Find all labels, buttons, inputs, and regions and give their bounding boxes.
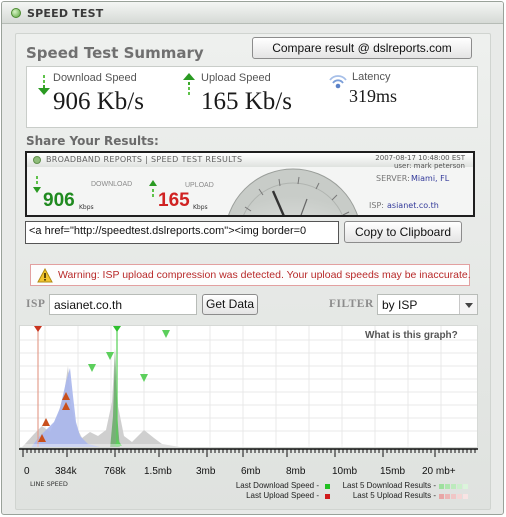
badge-upload-label: UPLOAD	[185, 182, 214, 189]
speed-distribution-graph	[19, 325, 478, 448]
compare-result-button[interactable]: Compare result @ dslreports.com	[252, 37, 472, 59]
badge-download-unit: Kbps	[79, 204, 94, 211]
get-data-button[interactable]: Get Data	[202, 294, 258, 315]
legend-last-upload: Last Upload Speed -	[246, 491, 319, 500]
axis-tick: 0	[24, 466, 30, 477]
legend-last5-download: Last 5 Download Results -	[342, 481, 436, 490]
window-title: SPEED TEST	[27, 7, 104, 20]
results-badge-image: BROADBAND REPORTS | SPEED TEST RESULTS 2…	[25, 151, 475, 217]
what-is-this-graph-link[interactable]: What is this graph?	[365, 330, 458, 341]
copy-to-clipboard-button[interactable]: Copy to Clipboard	[344, 221, 462, 243]
badge-download-label: DOWNLOAD	[91, 181, 133, 188]
badge-download-value: 906	[43, 190, 75, 211]
last-upload-marker	[34, 326, 42, 332]
embed-code-input[interactable]: <a href="http://speedtest.dslreports.com…	[25, 221, 339, 244]
badge-meta: 2007-08-17 10:48:00 EST user: mark peter…	[375, 154, 465, 170]
axis-tick: 1.5mb	[144, 466, 172, 477]
line-speed-label: LINE SPEED	[30, 480, 68, 488]
axis-tick: 6mb	[241, 466, 261, 477]
badge-user: user: mark peterson	[393, 162, 465, 170]
download-speed-label: Download Speed	[53, 72, 137, 84]
graph-axis-ruler	[19, 448, 478, 457]
speed-test-window: SPEED TEST Speed Test Summary Compare re…	[1, 1, 504, 515]
axis-tick: 20 mb+	[422, 466, 456, 477]
legend-last5-upload: Last 5 Upload Results -	[352, 491, 436, 500]
badge-upload-unit: Kbps	[193, 204, 208, 211]
isp-label: ISP	[26, 298, 46, 310]
download-speed-value: 906 Kb/s	[53, 88, 144, 115]
status-dot-icon	[11, 8, 21, 18]
warning-icon	[37, 268, 53, 283]
badge-upload-value: 165	[158, 190, 190, 211]
latency-value: 319ms	[349, 86, 398, 106]
axis-tick: 10mb	[332, 466, 358, 477]
axis-tick: 15mb	[380, 466, 406, 477]
upload-speed-label: Upload Speed	[201, 72, 271, 84]
axis-tick: 384k	[55, 466, 77, 477]
latency-signal-icon	[329, 75, 347, 89]
badge-server-value: Miami, FL	[411, 174, 450, 183]
badge-datetime: 2007-08-17 10:48:00 EST	[375, 154, 465, 162]
axis-tick: 8mb	[286, 466, 306, 477]
chevron-down-icon[interactable]	[459, 295, 477, 314]
all-results-area	[22, 348, 180, 447]
download-arrow-icon	[38, 75, 50, 95]
badge-download-icon	[33, 176, 41, 193]
window-titlebar: SPEED TEST	[2, 2, 503, 24]
badge-header: BROADBAND REPORTS | SPEED TEST RESULTS 2…	[27, 153, 473, 170]
axis-tick: 768k	[104, 466, 126, 477]
distribution-chart	[20, 326, 477, 447]
legend-last-download-swatch	[325, 484, 330, 489]
badge-server-label: SERVER:	[376, 174, 410, 183]
legend-last-download: Last Download Speed -	[235, 481, 319, 490]
summary-title: Speed Test Summary	[26, 44, 204, 62]
latency-label: Latency	[352, 71, 391, 83]
share-results-title: Share Your Results:	[26, 134, 159, 148]
badge-isp-value: asianet.co.th	[387, 201, 439, 210]
badge-header-text: BROADBAND REPORTS | SPEED TEST RESULTS	[46, 155, 243, 164]
warning-banner: Warning: ISP upload compression was dete…	[30, 264, 471, 286]
filter-select-value: by ISP	[382, 298, 418, 312]
upload-speed-value: 165 Kb/s	[201, 88, 292, 115]
filter-label: FILTER	[329, 298, 374, 310]
warning-text: Warning: ISP upload compression was dete…	[58, 269, 471, 281]
last-download-marker	[113, 326, 121, 332]
upload-arrow-icon	[183, 73, 195, 95]
badge-upload-icon	[149, 180, 157, 197]
speed-gauge-icon	[228, 168, 358, 215]
filter-select[interactable]: by ISP	[377, 294, 478, 315]
axis-tick: 3mb	[196, 466, 216, 477]
badge-status-icon	[33, 156, 41, 164]
badge-isp-label: ISP:	[369, 201, 384, 210]
results-box: Download Speed 906 Kb/s Upload Speed 165…	[26, 66, 478, 128]
isp-input[interactable]: asianet.co.th	[49, 294, 197, 315]
speed-test-panel: Speed Test Summary Compare result @ dslr…	[15, 33, 491, 510]
legend-last-upload-swatch	[325, 494, 330, 499]
